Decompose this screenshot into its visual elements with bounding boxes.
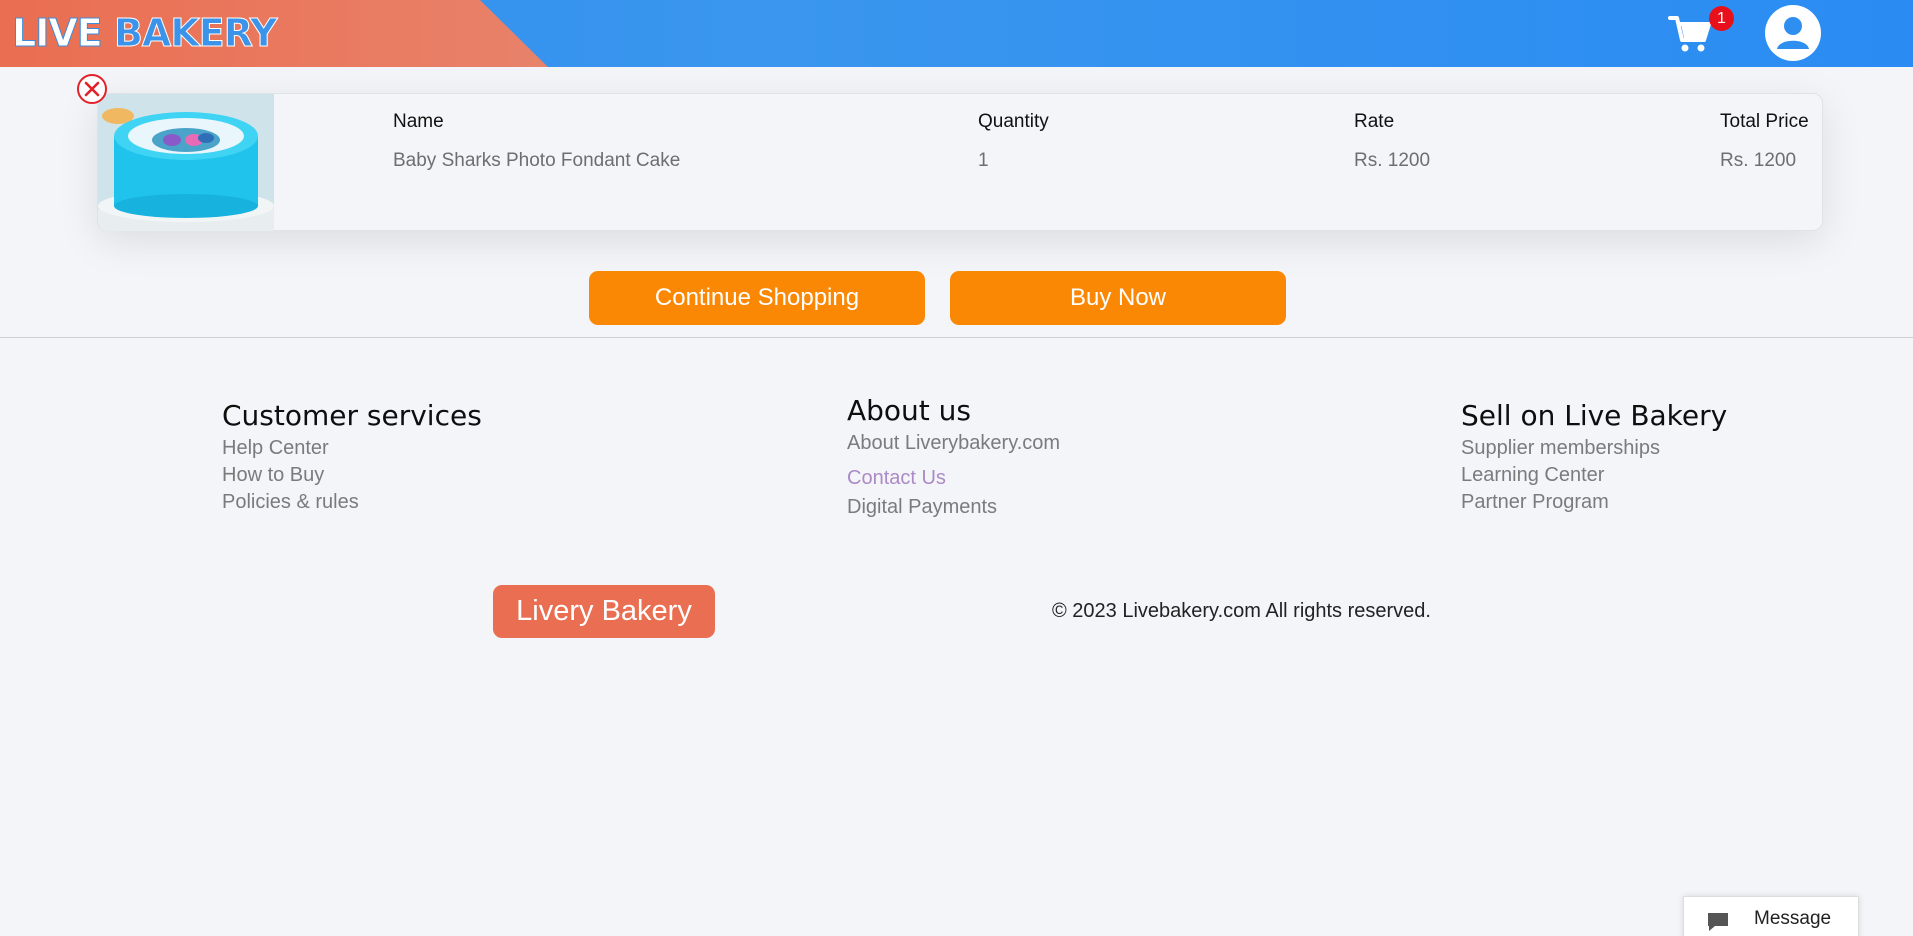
message-label: Message	[1754, 908, 1832, 929]
column-header-quantity: Quantity	[978, 111, 1049, 132]
footer-link-contact-us[interactable]: Contact Us	[847, 467, 946, 490]
copyright-text: © 2023 Livebakery.com All rights reserve…	[1052, 600, 1431, 622]
footer-link-policies[interactable]: Policies & rules	[222, 491, 359, 514]
product-image[interactable]	[98, 94, 274, 231]
footer-heading-about-us: About us	[847, 394, 972, 427]
continue-shopping-button[interactable]: Continue Shopping	[589, 271, 925, 325]
item-total-price: Rs. 1200	[1720, 150, 1797, 171]
footer-brand-button[interactable]: Livery Bakery	[493, 585, 715, 638]
cart-icon[interactable]	[1668, 14, 1712, 54]
close-icon	[84, 81, 100, 97]
footer-link-about[interactable]: About Liverybakery.com	[847, 432, 1060, 455]
buy-now-button[interactable]: Buy Now	[950, 271, 1286, 325]
item-quantity: 1	[978, 150, 989, 171]
footer-divider	[0, 337, 1913, 338]
footer-link-digital-payments[interactable]: Digital Payments	[847, 496, 997, 519]
item-rate: Rs. 1200	[1354, 150, 1431, 171]
logo-word-bakery: BAKERY	[113, 11, 277, 56]
column-header-rate: Rate	[1354, 111, 1395, 132]
column-header-total: Total Price	[1720, 111, 1809, 132]
footer-link-help-center[interactable]: Help Center	[222, 437, 329, 460]
message-chat-button[interactable]: Message	[1683, 896, 1859, 936]
footer-heading-customer-services: Customer services	[222, 399, 482, 432]
footer-link-how-to-buy[interactable]: How to Buy	[222, 464, 324, 487]
item-name: Baby Sharks Photo Fondant Cake	[393, 150, 681, 171]
logo-word-live: LIVE	[12, 11, 104, 56]
footer-link-supplier-memberships[interactable]: Supplier memberships	[1461, 437, 1660, 460]
footer-link-learning-center[interactable]: Learning Center	[1461, 464, 1604, 487]
cart-item-row: Name Quantity Rate Total Price Baby Shar…	[97, 93, 1823, 231]
user-account-icon[interactable]	[1765, 5, 1821, 61]
footer-link-partner-program[interactable]: Partner Program	[1461, 491, 1609, 514]
remove-item-button[interactable]	[77, 74, 107, 104]
top-nav-bar: LIVE BAKERY 1	[0, 0, 1913, 67]
site-logo[interactable]: LIVE BAKERY	[12, 8, 278, 58]
chat-bubble-icon	[1706, 911, 1730, 933]
cart-count-badge: 1	[1709, 6, 1734, 31]
column-header-name: Name	[393, 111, 444, 132]
footer-heading-sell: Sell on Live Bakery	[1461, 399, 1728, 432]
